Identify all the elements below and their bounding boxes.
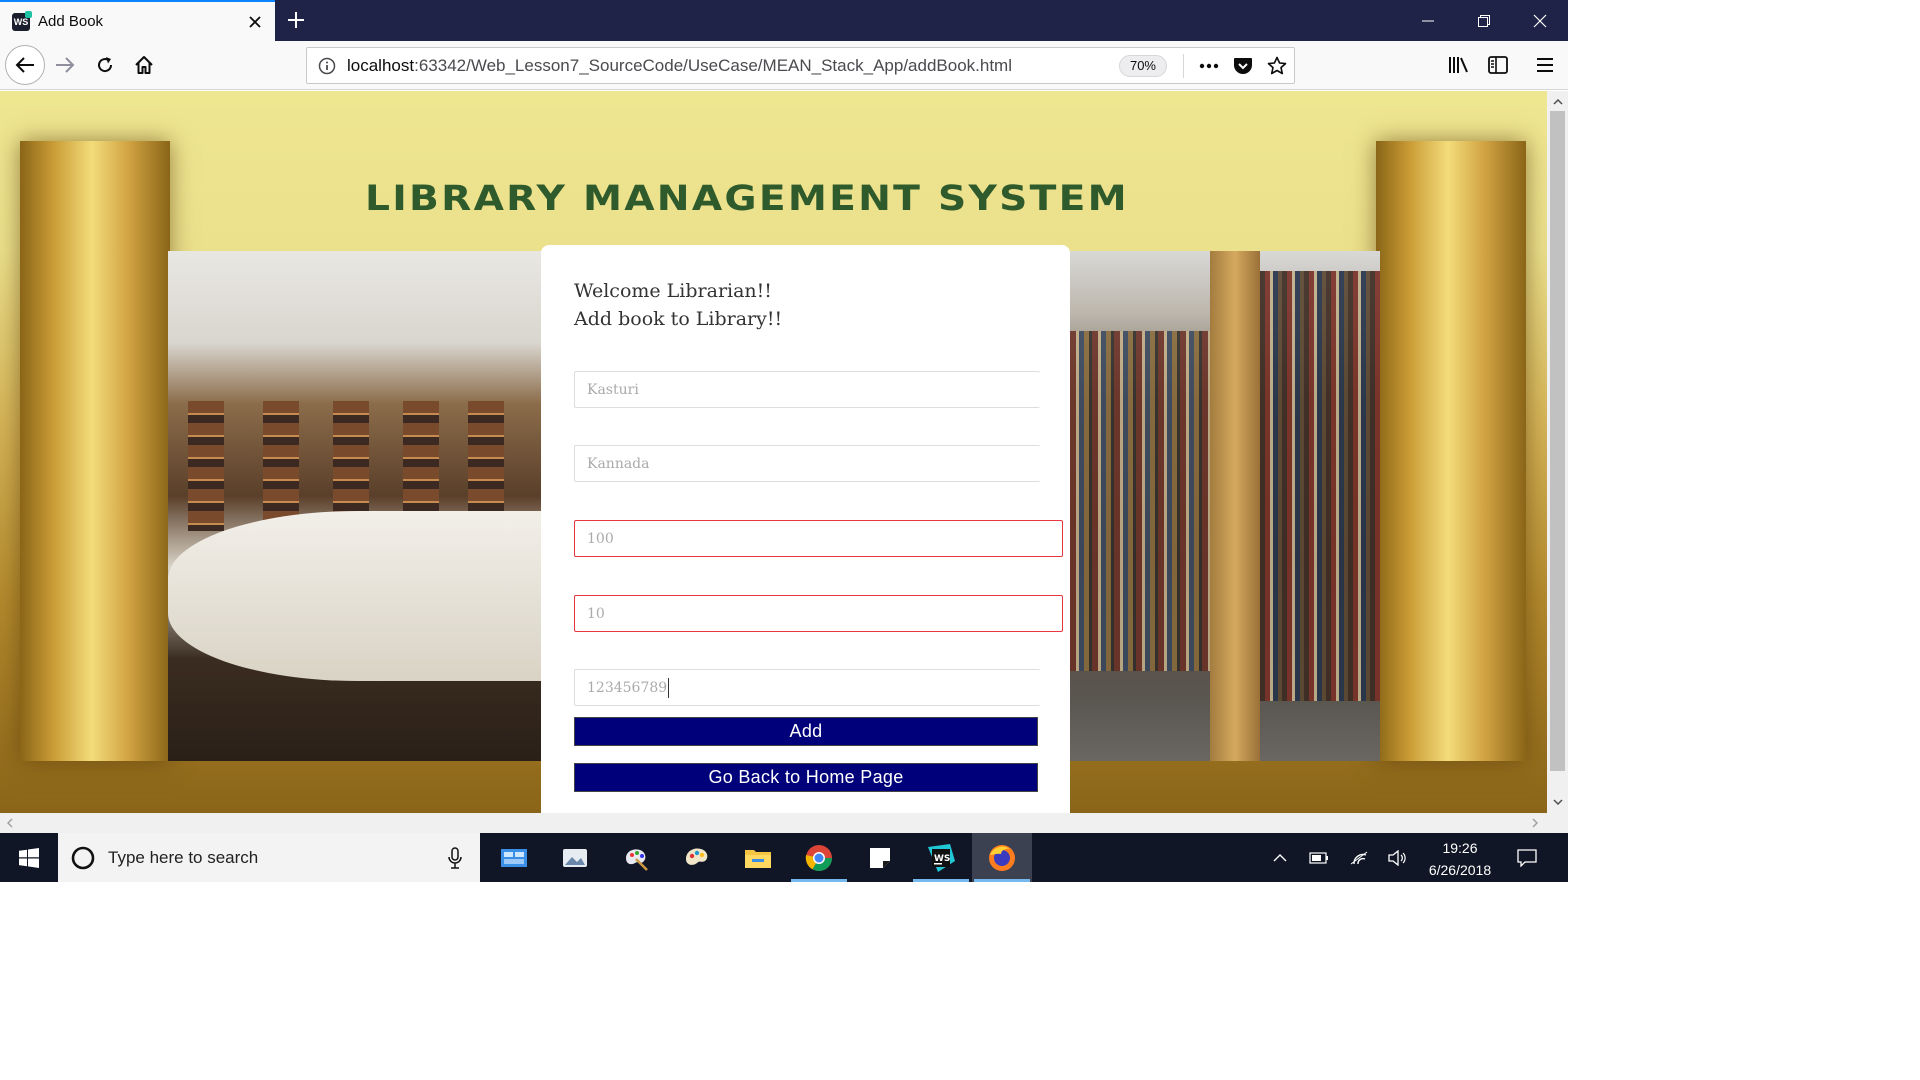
isbn-input[interactable]: 123456789 bbox=[574, 669, 1040, 706]
language-value: Kannada bbox=[587, 455, 650, 472]
horizontal-scrollbar[interactable] bbox=[0, 813, 1547, 833]
clock-date: 6/26/2018 bbox=[1428, 862, 1492, 878]
language-input[interactable]: Kannada bbox=[574, 445, 1040, 482]
tab-strip: WS Add Book bbox=[0, 0, 1568, 41]
site-info-icon[interactable] bbox=[307, 57, 347, 75]
task-view-icon[interactable] bbox=[484, 833, 544, 882]
taskbar-clock[interactable]: 19:26 6/26/2018 bbox=[1420, 837, 1500, 881]
windows-start-icon[interactable] bbox=[0, 833, 58, 882]
price-input[interactable]: 100 bbox=[574, 520, 1063, 557]
library-icon[interactable] bbox=[1441, 47, 1477, 83]
webstorm-favicon-icon: WS bbox=[12, 10, 32, 31]
library-photo-left bbox=[168, 251, 548, 761]
new-tab-icon[interactable] bbox=[282, 6, 310, 34]
webstorm-app-icon[interactable]: WS bbox=[911, 833, 971, 882]
address-bar[interactable]: localhost:63342/Web_Lesson7_SourceCode/U… bbox=[306, 47, 1295, 84]
favicon-text: WS bbox=[13, 16, 29, 27]
show-hidden-icons-icon[interactable] bbox=[1267, 845, 1293, 871]
volume-icon[interactable] bbox=[1384, 845, 1410, 871]
url-text[interactable]: localhost:63342/Web_Lesson7_SourceCode/U… bbox=[347, 56, 1119, 76]
instruction-line: Add book to Library!! bbox=[574, 308, 783, 330]
reload-icon[interactable] bbox=[87, 47, 123, 83]
bookmark-star-icon[interactable] bbox=[1260, 49, 1294, 83]
quantity-value: 10 bbox=[587, 605, 605, 622]
file-explorer-icon[interactable] bbox=[728, 833, 788, 882]
home-icon[interactable] bbox=[126, 47, 162, 83]
battery-icon[interactable] bbox=[1306, 845, 1332, 871]
wifi-icon[interactable] bbox=[1346, 845, 1372, 871]
right-gold-pillar bbox=[1376, 141, 1526, 761]
paint-app-icon[interactable] bbox=[606, 833, 666, 882]
url-separator bbox=[1183, 53, 1184, 78]
back-arrow-icon[interactable] bbox=[5, 45, 45, 85]
windows-taskbar: Type here to search WS 19:26 6/26/2018 bbox=[0, 833, 1568, 882]
scroll-up-icon[interactable] bbox=[1547, 93, 1568, 111]
library-photo-right bbox=[1070, 251, 1380, 761]
minimize-icon[interactable] bbox=[1400, 0, 1456, 41]
svg-text:WS: WS bbox=[934, 854, 950, 864]
url-host: localhost bbox=[347, 55, 415, 75]
cortana-icon bbox=[71, 846, 95, 869]
hamburger-menu-icon[interactable] bbox=[1527, 47, 1563, 83]
text-caret bbox=[668, 677, 670, 698]
sidebar-icon[interactable] bbox=[1480, 47, 1516, 83]
home-page-button[interactable]: Go Back to Home Page bbox=[574, 763, 1038, 792]
book-name-value: Kasturi bbox=[587, 381, 639, 398]
close-window-icon[interactable] bbox=[1512, 0, 1568, 41]
scroll-right-icon[interactable] bbox=[1525, 813, 1545, 833]
paint3d-app-icon[interactable] bbox=[667, 833, 727, 882]
clock-time: 19:26 bbox=[1442, 840, 1478, 856]
add-button[interactable]: Add bbox=[574, 717, 1038, 746]
quantity-input[interactable]: 10 bbox=[574, 595, 1063, 632]
action-center-icon[interactable] bbox=[1514, 845, 1540, 871]
scroll-down-icon[interactable] bbox=[1547, 793, 1568, 811]
photos-app-icon[interactable] bbox=[545, 833, 605, 882]
taskbar-search-box[interactable]: Type here to search bbox=[58, 833, 480, 882]
forward-arrow-icon[interactable] bbox=[47, 47, 83, 83]
welcome-message: Welcome Librarian!! Add book to Library!… bbox=[574, 277, 782, 333]
add-book-form-card: Welcome Librarian!! Add book to Library!… bbox=[541, 245, 1070, 813]
pocket-icon[interactable] bbox=[1226, 49, 1260, 83]
navigation-toolbar: localhost:63342/Web_Lesson7_SourceCode/U… bbox=[0, 41, 1568, 90]
isbn-value: 123456789 bbox=[587, 679, 668, 696]
sticky-notes-icon[interactable] bbox=[850, 833, 910, 882]
firefox-app-icon[interactable] bbox=[972, 833, 1032, 882]
scrollbar-thumb[interactable] bbox=[1550, 111, 1565, 771]
page-actions-icon[interactable] bbox=[1192, 49, 1226, 83]
scroll-left-icon[interactable] bbox=[0, 813, 20, 833]
price-value: 100 bbox=[587, 530, 614, 547]
page-title: LIBRARY MANAGEMENT SYSTEM bbox=[365, 179, 1129, 219]
close-tab-icon[interactable] bbox=[241, 8, 269, 36]
book-name-input[interactable]: Kasturi bbox=[574, 371, 1040, 408]
welcome-line: Welcome Librarian!! bbox=[574, 280, 772, 302]
scrollbar-corner bbox=[1547, 813, 1568, 833]
tab-add-book[interactable]: WS Add Book bbox=[0, 0, 275, 41]
search-placeholder: Type here to search bbox=[108, 847, 259, 867]
chrome-app-icon[interactable] bbox=[789, 833, 849, 882]
tab-title: Add Book bbox=[38, 13, 104, 30]
microphone-icon[interactable] bbox=[448, 846, 462, 869]
page-viewport: LIBRARY MANAGEMENT SYSTEM Welcome Librar… bbox=[0, 91, 1547, 813]
restore-icon[interactable] bbox=[1456, 0, 1512, 41]
url-path: :63342/Web_Lesson7_SourceCode/UseCase/ME… bbox=[414, 55, 1012, 75]
vertical-scrollbar[interactable] bbox=[1547, 91, 1568, 813]
zoom-level-badge[interactable]: 70% bbox=[1118, 54, 1167, 77]
left-gold-pillar bbox=[20, 141, 170, 761]
